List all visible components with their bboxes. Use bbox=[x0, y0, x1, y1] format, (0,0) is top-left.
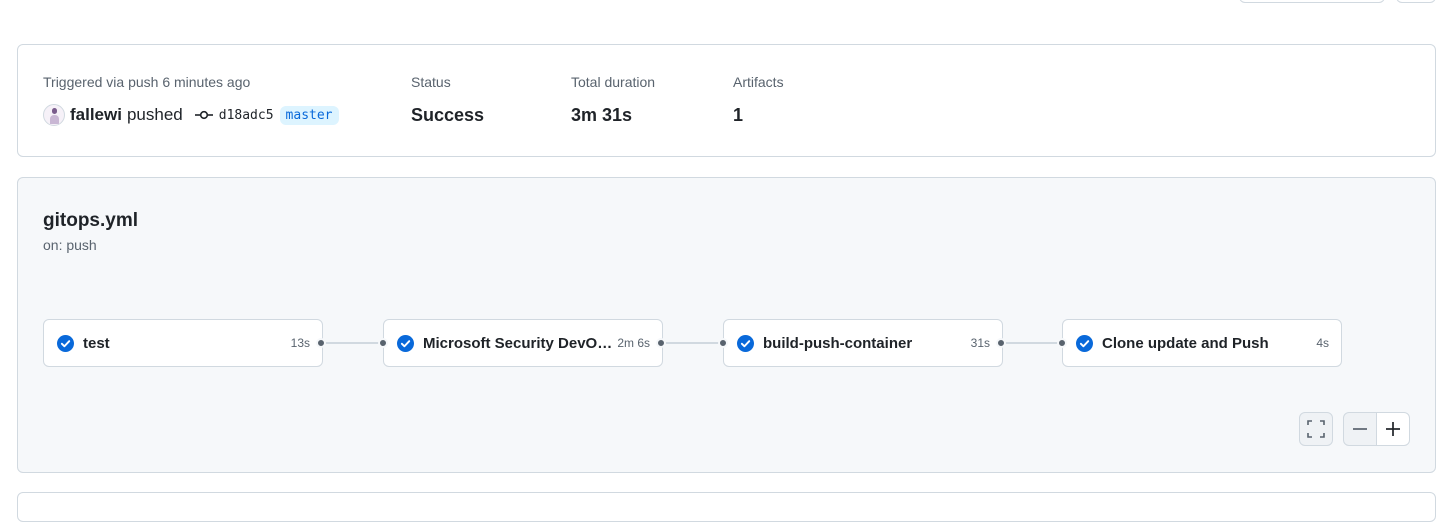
top-menu-button[interactable] bbox=[1396, 0, 1436, 3]
job-input-dot bbox=[378, 338, 388, 348]
job-duration: 4s bbox=[1316, 336, 1329, 350]
workflow-file-name[interactable]: gitops.yml bbox=[43, 210, 138, 232]
check-circle-icon bbox=[737, 334, 754, 352]
job-output-dot bbox=[316, 338, 326, 348]
trigger-details: fallewi pushed d18adc5 master bbox=[43, 103, 339, 127]
next-section-card bbox=[17, 492, 1436, 522]
job-name: Microsoft Security DevOps bbox=[423, 334, 614, 352]
actor-link[interactable]: fallewi bbox=[70, 105, 122, 125]
job-output-dot bbox=[996, 338, 1006, 348]
job-output-dot bbox=[656, 338, 666, 348]
duration-value: 3m 31s bbox=[571, 105, 633, 125]
plus-icon bbox=[1386, 422, 1400, 436]
job-name: build-push-container bbox=[763, 334, 913, 352]
branch-badge[interactable]: master bbox=[279, 105, 339, 125]
check-circle-icon bbox=[1076, 334, 1093, 352]
workflow-trigger: on: push bbox=[43, 237, 97, 253]
artifacts-label: Artifacts bbox=[733, 74, 784, 90]
job-name: test bbox=[83, 334, 110, 352]
job-name: Clone update and Push bbox=[1102, 334, 1269, 352]
job-duration: 31s bbox=[970, 336, 990, 350]
top-action-button[interactable] bbox=[1239, 0, 1385, 3]
job-build-push-container[interactable]: build-push-container 31s bbox=[723, 319, 1003, 367]
run-summary-card: Triggered via push 6 minutes ago fallewi… bbox=[17, 44, 1436, 157]
artifacts-value[interactable]: 1 bbox=[733, 105, 743, 126]
job-clone-update-and-push[interactable]: Clone update and Push 4s bbox=[1062, 319, 1342, 367]
check-circle-icon bbox=[57, 334, 74, 352]
fullscreen-button[interactable] bbox=[1299, 412, 1333, 446]
job-input-dot bbox=[718, 338, 728, 348]
check-circle-icon bbox=[397, 334, 414, 352]
job-duration: 2m 6s bbox=[617, 336, 650, 350]
job-input-dot bbox=[1057, 338, 1067, 348]
zoom-out-button[interactable] bbox=[1343, 412, 1377, 446]
workflow-graph-card: gitops.yml on: push test 13s Microsoft S… bbox=[17, 177, 1436, 473]
job-microsoft-security-devops[interactable]: Microsoft Security DevOps 2m 6s bbox=[383, 319, 663, 367]
git-commit-icon bbox=[194, 110, 213, 120]
job-connector bbox=[1002, 342, 1064, 344]
commit-sha-link[interactable]: d18adc5 bbox=[219, 108, 274, 123]
job-connector bbox=[662, 342, 724, 344]
trigger-label: Triggered via push 6 minutes ago bbox=[43, 74, 251, 90]
job-test[interactable]: test 13s bbox=[43, 319, 323, 367]
zoom-in-button[interactable] bbox=[1376, 412, 1410, 446]
minus-icon bbox=[1353, 428, 1367, 430]
duration-label: Total duration bbox=[571, 74, 656, 90]
avatar[interactable] bbox=[43, 104, 65, 126]
job-duration: 13s bbox=[290, 336, 310, 350]
status-label: Status bbox=[411, 74, 451, 90]
job-connector bbox=[323, 342, 383, 344]
fullscreen-icon bbox=[1307, 420, 1325, 438]
status-value: Success bbox=[411, 105, 485, 125]
action-text: pushed bbox=[126, 105, 183, 124]
